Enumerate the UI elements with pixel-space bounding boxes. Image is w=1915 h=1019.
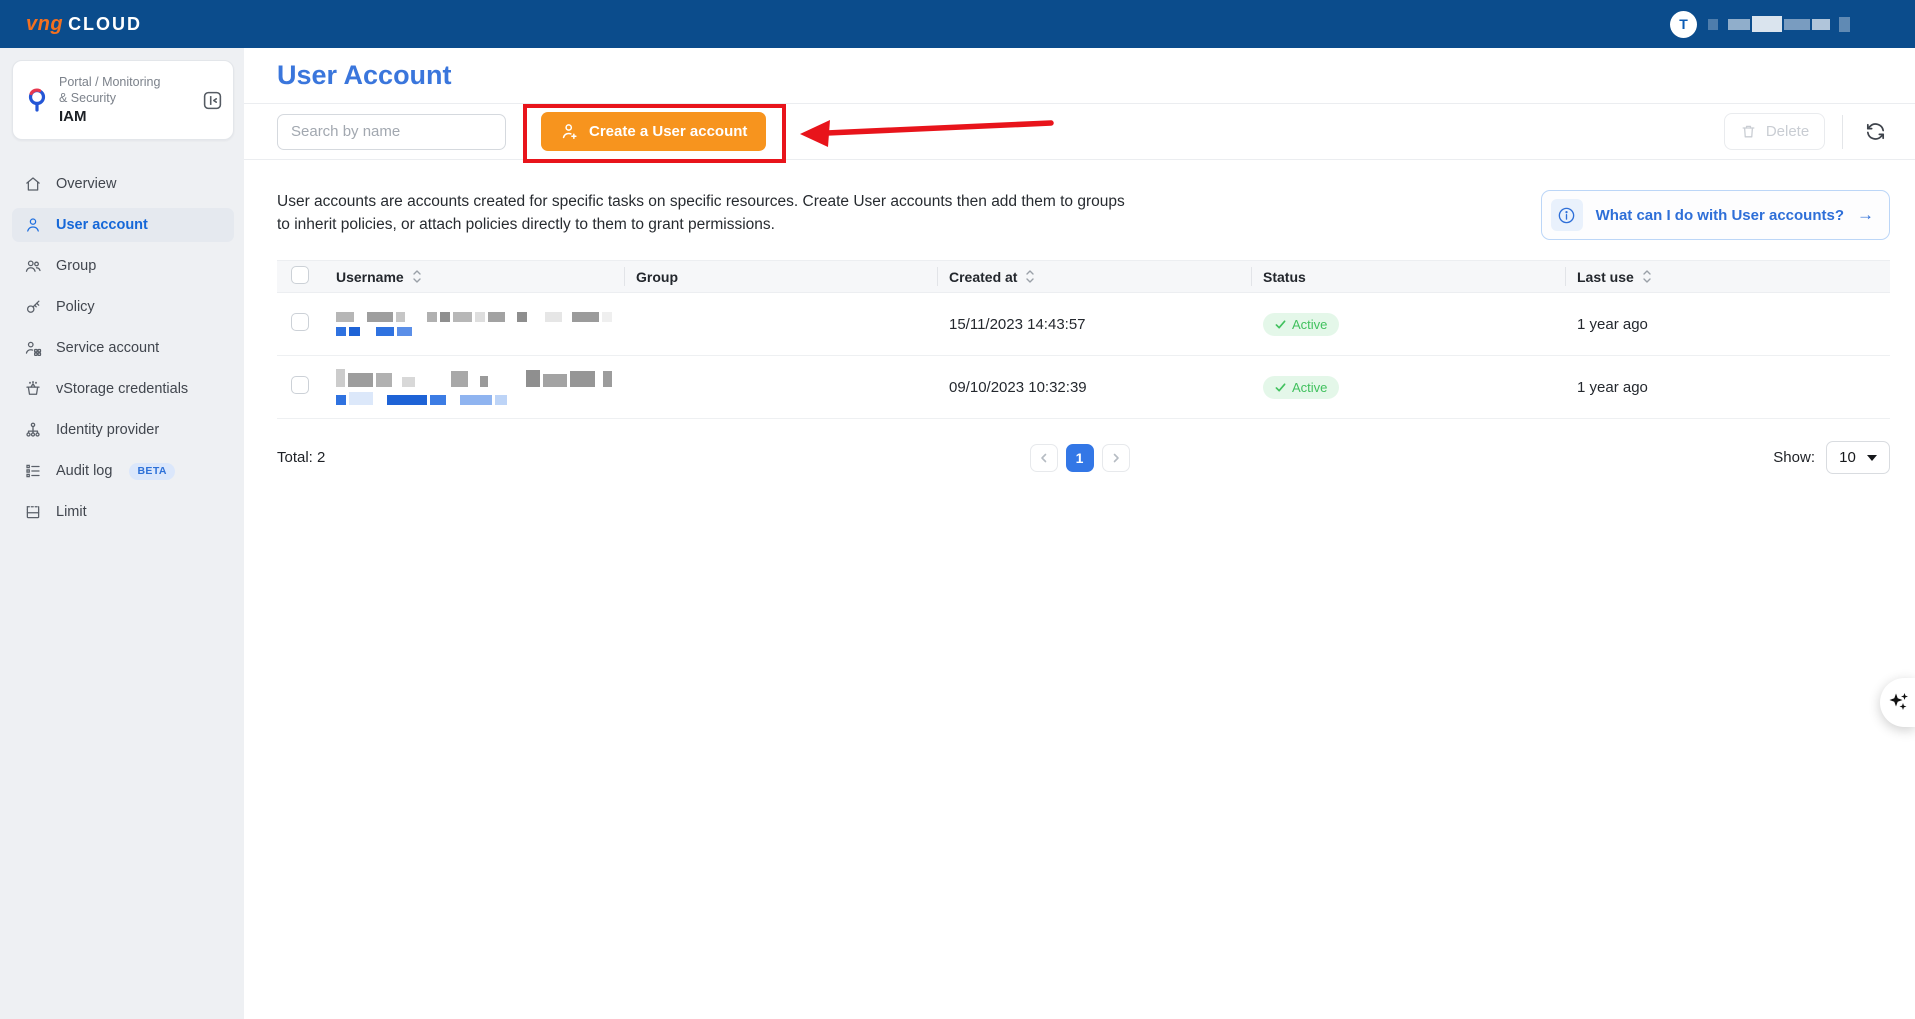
last-use-cell: 1 year ago — [1565, 356, 1890, 419]
total-count: Total: 2 — [277, 449, 325, 466]
sort-icon — [1642, 269, 1652, 284]
page-description: User accounts are accounts created for s… — [277, 190, 1132, 237]
beta-badge: BETA — [129, 463, 174, 480]
pagination-bar: Total: 2 1 Show: 10 — [244, 419, 1915, 474]
chevron-down-icon — [1867, 455, 1877, 461]
create-user-account-button[interactable]: Create a User account — [541, 112, 766, 151]
group-cell — [624, 293, 937, 356]
sort-icon — [412, 269, 422, 284]
limit-icon — [24, 503, 42, 521]
top-navigation-bar: vng CLOUD T — [0, 0, 1915, 48]
previous-page-button[interactable] — [1030, 444, 1058, 472]
info-link-text: What can I do with User accounts? — [1596, 207, 1844, 224]
sidebar-item-vstorage-credentials[interactable]: vStorage credentials — [12, 372, 234, 406]
column-header-group[interactable]: Group — [636, 269, 925, 285]
created-at-cell: 15/11/2023 14:43:57 — [937, 293, 1251, 356]
chevron-left-icon — [1038, 452, 1050, 464]
sidebar-collapse-icon[interactable] — [202, 90, 223, 111]
redacted-username — [336, 312, 612, 336]
group-icon — [24, 257, 42, 275]
product-title: IAM — [59, 108, 160, 125]
user-menu[interactable]: T — [1670, 11, 1850, 38]
key-icon — [24, 298, 42, 316]
user-plus-icon — [560, 122, 579, 141]
table-header-row: Username Group Created at — [277, 261, 1890, 293]
select-all-checkbox[interactable] — [291, 266, 309, 284]
app-window: vng CLOUD T — [0, 0, 1915, 1019]
sort-icon — [1025, 269, 1035, 284]
redacted-links — [336, 327, 612, 336]
storage-basket-icon — [24, 380, 42, 398]
product-info: Portal / Monitoring & Security IAM — [59, 75, 160, 125]
iam-product-icon — [26, 86, 48, 114]
check-icon — [1275, 382, 1286, 393]
ai-assistant-button[interactable] — [1880, 678, 1915, 727]
sidebar-item-policy[interactable]: Policy — [12, 290, 234, 324]
pager: 1 — [1030, 444, 1130, 472]
group-cell — [624, 356, 937, 419]
service-account-icon — [24, 339, 42, 357]
table-row: 09/10/2023 10:32:39 Active 1 year ago — [277, 356, 1890, 419]
column-header-created-at[interactable]: Created at — [949, 269, 1239, 285]
info-banner-link[interactable]: What can I do with User accounts? → — [1541, 190, 1890, 240]
created-at-cell: 09/10/2023 10:32:39 — [937, 356, 1251, 419]
row-checkbox[interactable] — [291, 313, 309, 331]
product-card: Portal / Monitoring & Security IAM — [12, 60, 234, 140]
sidebar-item-service-account[interactable]: Service account — [12, 331, 234, 365]
refresh-icon — [1864, 120, 1887, 143]
status-badge: Active — [1263, 376, 1339, 399]
column-header-username[interactable]: Username — [336, 269, 612, 285]
user-icon — [24, 216, 42, 234]
sidebar-nav: Overview User account Group Policy Servi… — [12, 167, 234, 529]
sidebar-item-identity-provider[interactable]: Identity provider — [12, 413, 234, 447]
show-label: Show: — [1773, 449, 1815, 466]
sidebar-item-overview[interactable]: Overview — [12, 167, 234, 201]
page-1-button[interactable]: 1 — [1066, 444, 1094, 472]
breadcrumb: Portal / Monitoring & Security — [59, 75, 160, 106]
last-use-cell: 1 year ago — [1565, 293, 1890, 356]
column-header-last-use[interactable]: Last use — [1577, 269, 1878, 285]
redacted-links — [336, 392, 612, 405]
vngcloud-logo[interactable]: vng CLOUD — [26, 13, 142, 36]
page-size-select[interactable]: 10 — [1826, 441, 1890, 474]
sidebar-item-user-account[interactable]: User account — [12, 208, 234, 242]
page-title: User Account — [277, 60, 452, 91]
row-checkbox[interactable] — [291, 376, 309, 394]
delete-button[interactable]: Delete — [1724, 113, 1825, 150]
logo-cloud-text: CLOUD — [68, 14, 142, 35]
status-badge: Active — [1263, 313, 1339, 336]
chevron-right-icon — [1110, 452, 1122, 464]
sidebar-item-audit-log[interactable]: Audit log BETA — [12, 454, 234, 488]
refresh-button[interactable] — [1860, 117, 1890, 147]
identity-provider-icon — [24, 421, 42, 439]
column-header-status[interactable]: Status — [1263, 269, 1553, 285]
redacted-username — [336, 369, 612, 405]
next-page-button[interactable] — [1102, 444, 1130, 472]
info-icon — [1551, 199, 1583, 231]
toolbar-divider — [1842, 115, 1843, 149]
arrow-right-icon: → — [1857, 205, 1874, 225]
user-table: Username Group Created at — [277, 260, 1890, 419]
avatar[interactable]: T — [1670, 11, 1697, 38]
search-input[interactable] — [277, 114, 506, 150]
trash-icon — [1740, 123, 1757, 140]
audit-log-icon — [24, 462, 42, 480]
sidebar-item-limit[interactable]: Limit — [12, 495, 234, 529]
table-row: 15/11/2023 14:43:57 Active 1 year ago — [277, 293, 1890, 356]
redacted-account-name — [1708, 16, 1850, 32]
toolbar: Create a User account Delete — [244, 103, 1915, 160]
logo-vng-text: vng — [26, 13, 63, 36]
sparkles-icon — [1887, 690, 1913, 716]
main-content: User Account Create a User account Delet… — [244, 48, 1915, 1019]
sidebar: Portal / Monitoring & Security IAM — [0, 48, 244, 1019]
home-icon — [24, 175, 42, 193]
sidebar-item-group[interactable]: Group — [12, 249, 234, 283]
check-icon — [1275, 319, 1286, 330]
